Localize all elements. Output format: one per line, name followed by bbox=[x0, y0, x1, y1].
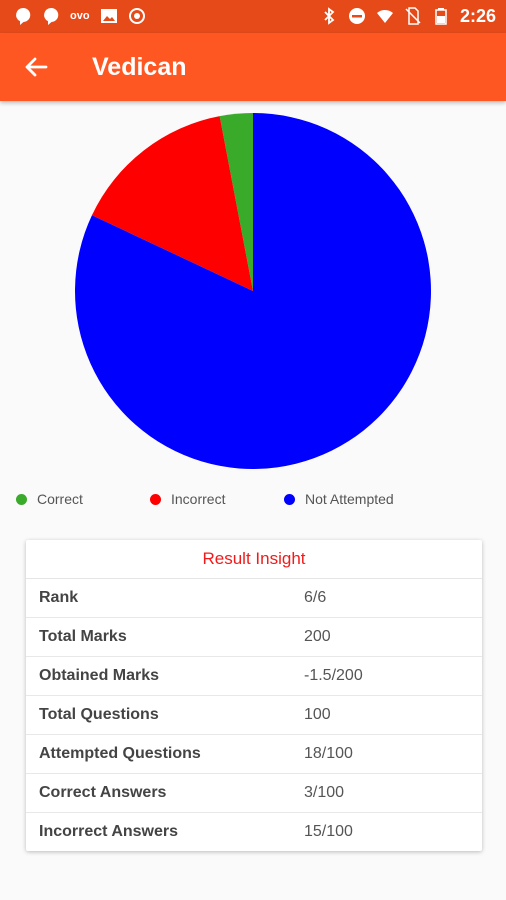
row-value: 200 bbox=[304, 628, 331, 645]
system-icons: 2:26 bbox=[320, 6, 496, 26]
legend-label: Correct bbox=[37, 491, 83, 507]
chat-bubble-icon bbox=[16, 7, 31, 25]
row-label: Attempted Questions bbox=[39, 745, 201, 762]
legend-label: Not Attempted bbox=[305, 491, 394, 507]
table-row: Incorrect Answers 15/100 bbox=[26, 813, 482, 851]
ovo-icon: ovo bbox=[70, 10, 90, 22]
chart-legend: Correct Incorrect Not Attempted bbox=[0, 486, 506, 514]
app-bar: Vedican bbox=[0, 33, 506, 101]
bluetooth-icon bbox=[324, 7, 335, 25]
table-row: Attempted Questions 18/100 bbox=[26, 735, 482, 774]
do-not-disturb-icon bbox=[348, 8, 365, 24]
legend-item: Not Attempted bbox=[284, 491, 394, 507]
legend-label: Incorrect bbox=[171, 491, 226, 507]
no-sim-icon bbox=[405, 7, 421, 25]
table-row: Total Questions 100 bbox=[26, 696, 482, 735]
card-title: Result Insight bbox=[26, 540, 482, 579]
arrow-back-icon[interactable] bbox=[20, 51, 52, 83]
row-value: 3/100 bbox=[304, 784, 345, 801]
legend-dot bbox=[284, 493, 295, 505]
row-value: 100 bbox=[304, 706, 331, 723]
row-label: Incorrect Answers bbox=[39, 823, 179, 840]
notification-icons: ovo bbox=[14, 6, 146, 26]
row-label: Total Marks bbox=[39, 628, 127, 645]
table-row: Correct Answers 3/100 bbox=[26, 774, 482, 813]
result-insight-card: Result Insight Rank 6/6 Total Marks 200 Obta… bbox=[26, 540, 482, 851]
target-icon bbox=[128, 8, 145, 24]
legend-item: Incorrect bbox=[150, 491, 225, 507]
status-bar: ovo 2:26 bbox=[0, 0, 506, 33]
page-title: Vedican bbox=[92, 53, 187, 81]
table-row: Obtained Marks -1.5/200 bbox=[26, 657, 482, 696]
row-label: Correct Answers bbox=[39, 784, 167, 801]
legend-item: Correct bbox=[16, 491, 83, 507]
row-label: Rank bbox=[39, 589, 79, 606]
pie-chart-svg bbox=[75, 113, 432, 469]
table-row: Total Marks 200 bbox=[26, 618, 482, 657]
row-label: Obtained Marks bbox=[39, 667, 160, 684]
result-table: Rank 6/6 Total Marks 200 Obtained Marks -1.5/… bbox=[26, 579, 482, 851]
legend-dot bbox=[16, 493, 27, 505]
battery-icon bbox=[435, 8, 447, 25]
result-pie-chart bbox=[0, 101, 506, 479]
row-value: 18/100 bbox=[304, 745, 353, 762]
row-value: -1.5/200 bbox=[304, 667, 363, 684]
row-label: Total Questions bbox=[39, 706, 159, 723]
image-icon bbox=[100, 9, 117, 23]
row-value: 6/6 bbox=[304, 589, 327, 606]
chat-bubble-icon bbox=[44, 7, 59, 25]
row-value: 15/100 bbox=[304, 823, 353, 840]
wifi-icon bbox=[376, 9, 393, 23]
legend-dot bbox=[150, 493, 161, 505]
table-row: Rank 6/6 bbox=[26, 579, 482, 618]
status-time: 2:26 bbox=[459, 6, 496, 26]
